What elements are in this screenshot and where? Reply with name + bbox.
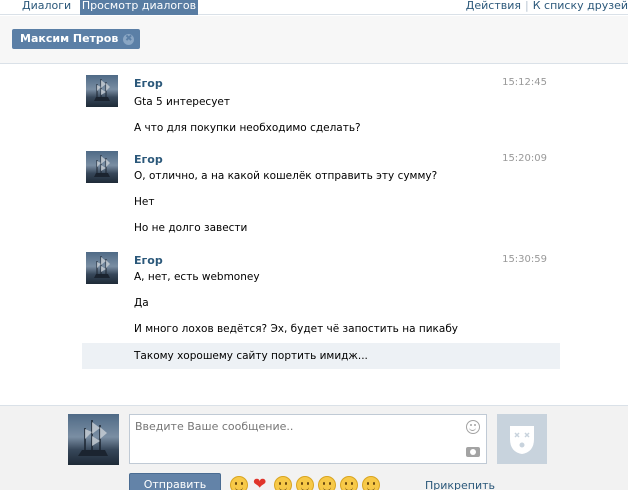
quick-smiles xyxy=(230,474,380,490)
avatar[interactable] xyxy=(86,151,118,183)
smiley-icon[interactable] xyxy=(296,476,314,490)
send-button[interactable]: Отправить xyxy=(129,473,221,490)
sender-name[interactable]: Егор xyxy=(134,153,163,166)
message-text: Но не долго завести xyxy=(134,222,248,234)
smiley-icon[interactable] xyxy=(274,476,292,490)
heart-icon[interactable] xyxy=(252,474,270,490)
message-text: А, нет, есть webmoney xyxy=(134,271,260,283)
message-history[interactable]: Егор 15:12:45 Gta 5 интересует А что для… xyxy=(0,65,628,405)
message-text: А что для покупки необходимо сделать? xyxy=(134,122,361,134)
top-tabs-bar: Диалоги Просмотр диалогов Действия | К спи… xyxy=(0,0,628,15)
message-input-box xyxy=(129,414,487,464)
attach-link[interactable]: Прикрепить xyxy=(425,479,495,490)
message-text: О, отлично, а на какой кошелёк отправить… xyxy=(134,170,438,182)
top-actions: Действия | К списку друзей xyxy=(466,0,628,15)
my-avatar[interactable] xyxy=(68,414,119,465)
close-icon[interactable]: ✖ xyxy=(123,33,135,45)
message-group: Егор 15:12:45 Gta 5 интересует А что для… xyxy=(82,75,560,145)
actions-link[interactable]: Действия xyxy=(466,0,521,12)
peer-avatar[interactable] xyxy=(497,414,547,464)
message-text: Такому хорошему сайту портить имидж... xyxy=(134,350,368,362)
peer-name: Максим Петров xyxy=(20,32,119,45)
message-composer: Отправить Прикрепить xyxy=(0,405,628,490)
message-time: 15:30:59 xyxy=(502,254,547,265)
avatar[interactable] xyxy=(86,252,118,284)
friends-list-link[interactable]: К списку друзей xyxy=(533,0,628,12)
message-time: 15:12:45 xyxy=(502,77,547,88)
highlighted-message-row[interactable]: Такому хорошему сайту портить имидж... xyxy=(82,343,560,369)
message-text: Gta 5 интересует xyxy=(134,96,230,108)
sender-name[interactable]: Егор xyxy=(134,254,163,267)
message-text: Да xyxy=(134,297,149,309)
smile-icon[interactable] xyxy=(466,420,480,434)
peer-chip[interactable]: Максим Петров ✖ xyxy=(12,29,141,49)
camera-icon[interactable] xyxy=(466,447,480,457)
smiley-icon[interactable] xyxy=(362,476,380,490)
tab-dialogs[interactable]: Диалоги xyxy=(13,0,80,15)
message-time: 15:20:09 xyxy=(502,153,547,164)
sender-name[interactable]: Егор xyxy=(134,77,163,90)
smiley-icon[interactable] xyxy=(340,476,358,490)
tab-view-dialogs[interactable]: Просмотр диалогов xyxy=(80,0,198,15)
actions-separator: | xyxy=(525,0,529,12)
smiley-icon[interactable] xyxy=(318,476,336,490)
message-group: Егор 15:30:59 А, нет, есть webmoney Да И… xyxy=(82,252,560,335)
avatar[interactable] xyxy=(86,75,118,107)
message-text: И много лохов ведётся? Эх, будет чё запо… xyxy=(134,323,459,335)
smiley-icon[interactable] xyxy=(230,476,248,490)
message-text: Нет xyxy=(134,196,155,208)
peer-bar: Максим Петров ✖ xyxy=(0,16,628,64)
message-input[interactable] xyxy=(130,415,460,463)
message-group: Егор 15:20:09 О, отлично, а на какой кош… xyxy=(82,151,560,243)
